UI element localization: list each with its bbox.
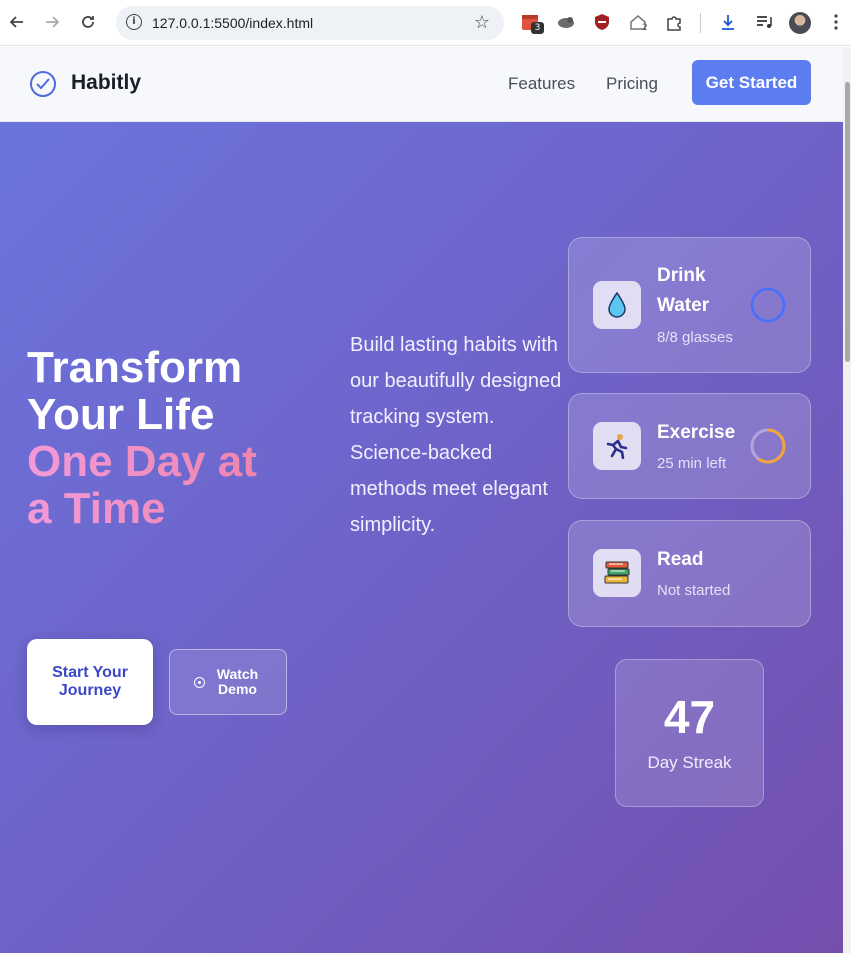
hero-section: Transform Your Life One Day at a Time Bu… <box>0 122 843 953</box>
get-started-button[interactable]: Get Started <box>692 60 811 105</box>
page-scrollbar[interactable] <box>843 47 851 953</box>
watch-demo-label: Watch Demo <box>216 666 259 697</box>
download-icon[interactable] <box>718 12 738 32</box>
streak-card: 47 Day Streak <box>615 659 764 807</box>
reload-icon[interactable] <box>76 10 100 34</box>
bookmark-star-icon[interactable]: ☆ <box>474 12 490 33</box>
menu-kebab-icon[interactable] <box>826 12 846 32</box>
hero-title: Transform Your Life One Day at a Time <box>27 344 327 532</box>
progress-ring <box>750 428 786 464</box>
streak-label: Day Streak <box>647 753 732 772</box>
shield-extension-icon[interactable] <box>592 12 612 32</box>
site-info-icon[interactable]: i <box>126 14 142 30</box>
books-icon <box>593 549 641 597</box>
habit-card-read[interactable]: Read Not started <box>568 520 811 627</box>
media-queue-icon[interactable] <box>754 12 774 32</box>
nav-link-features[interactable]: Features <box>508 74 575 94</box>
nav-link-pricing[interactable]: Pricing <box>606 74 658 94</box>
habit-name: Exercise <box>657 422 736 443</box>
streak-count: 47 <box>663 691 716 743</box>
habit-name: Drink Water <box>657 265 710 316</box>
url-text: 127.0.0.1:5500/index.html <box>152 15 314 31</box>
check-circle-icon <box>30 71 56 97</box>
puzzle-icon[interactable] <box>664 12 684 32</box>
scrollbar-thumb[interactable] <box>845 82 850 362</box>
play-circle-icon <box>193 676 205 688</box>
profile-avatar[interactable] <box>789 12 811 34</box>
habit-card-exercise[interactable]: Exercise 25 min left <box>568 393 811 499</box>
hero-title-line1: Transform <box>27 343 243 392</box>
address-bar[interactable]: i 127.0.0.1:5500/index.html ☆ <box>116 6 504 40</box>
home-extension-icon[interactable]: 2 <box>628 12 648 33</box>
site-header: Habitly Features Pricing Get Started <box>0 47 843 122</box>
start-journey-button[interactable]: Start Your Journey <box>27 639 153 725</box>
logo-text[interactable]: Habitly <box>71 71 141 95</box>
habit-status: 8/8 glasses <box>657 329 733 346</box>
browser-toolbar: i 127.0.0.1:5500/index.html ☆ 3 2 <box>0 0 851 46</box>
hero-description: Build lasting habits with our beautifull… <box>350 334 562 536</box>
forward-icon[interactable] <box>40 10 64 34</box>
animal-extension-icon[interactable] <box>556 12 576 32</box>
water-drop-icon <box>593 281 641 329</box>
hero-title-accent2: a Time <box>27 485 327 532</box>
habit-status: Not started <box>657 582 731 599</box>
running-icon <box>593 422 641 470</box>
toolbar-divider <box>700 13 701 33</box>
calendar-extension-icon[interactable]: 3 <box>520 12 544 34</box>
hero-title-line2: Your Life <box>27 390 215 439</box>
watch-demo-button[interactable]: Watch Demo <box>169 649 287 715</box>
progress-ring <box>750 287 786 323</box>
habit-name: Read <box>657 549 704 570</box>
back-icon[interactable] <box>5 10 29 34</box>
hero-title-accent1: One Day at <box>27 438 327 485</box>
habit-status: 25 min left <box>657 455 727 472</box>
habit-card-water[interactable]: Drink Water 8/8 glasses <box>568 237 811 373</box>
